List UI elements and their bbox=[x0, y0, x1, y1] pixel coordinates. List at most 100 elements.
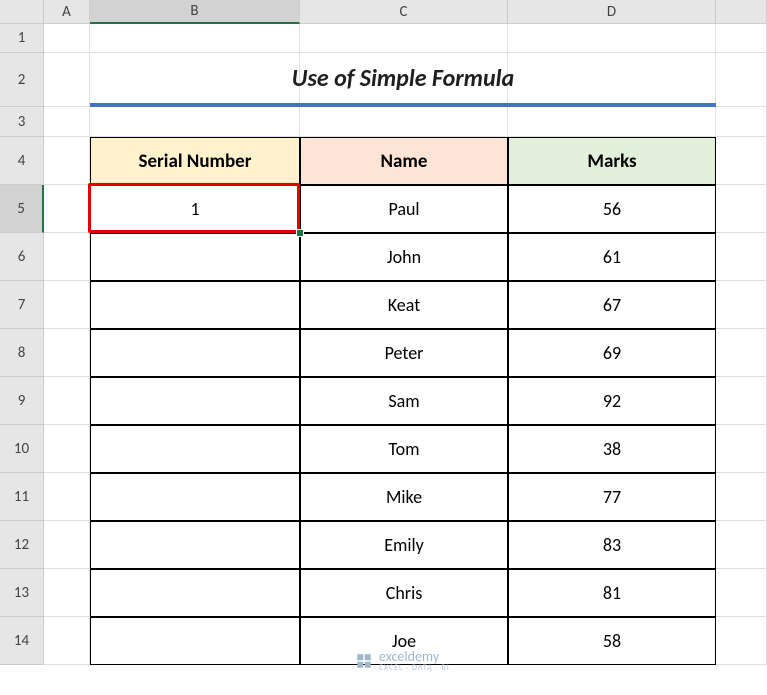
table-cell[interactable] bbox=[90, 569, 300, 617]
table-cell[interactable] bbox=[90, 329, 300, 377]
table-cell[interactable] bbox=[90, 377, 300, 425]
table-cell[interactable]: Sam bbox=[300, 377, 508, 425]
cell[interactable] bbox=[44, 233, 90, 281]
column-header-C[interactable]: C bbox=[300, 0, 508, 24]
table-cell[interactable]: 69 bbox=[508, 329, 716, 377]
row-header-9[interactable]: 9 bbox=[0, 377, 44, 425]
table-header-serial-number[interactable]: Serial Number bbox=[90, 137, 300, 185]
cell[interactable] bbox=[716, 329, 767, 377]
cell[interactable] bbox=[44, 521, 90, 569]
table-cell[interactable]: 77 bbox=[508, 473, 716, 521]
cell[interactable] bbox=[44, 473, 90, 521]
table-cell[interactable]: 1 bbox=[90, 185, 300, 233]
cell[interactable] bbox=[716, 107, 767, 137]
cell[interactable] bbox=[90, 24, 300, 53]
cell[interactable] bbox=[716, 617, 767, 665]
column-header-D[interactable]: D bbox=[508, 0, 716, 24]
row-header-7[interactable]: 7 bbox=[0, 281, 44, 329]
cell[interactable] bbox=[716, 569, 767, 617]
data-table: Serial NumberNameMarks1Paul56John61Keat6… bbox=[90, 137, 716, 665]
cell[interactable] bbox=[44, 617, 90, 665]
watermark-logo-icon bbox=[355, 652, 373, 670]
table-cell[interactable]: 61 bbox=[508, 233, 716, 281]
table-cell[interactable]: 56 bbox=[508, 185, 716, 233]
watermark: exceldemy EXCEL · DATA · BI bbox=[355, 648, 450, 673]
column-header-B[interactable]: B bbox=[90, 0, 300, 24]
cell[interactable] bbox=[508, 107, 716, 137]
table-cell[interactable]: 92 bbox=[508, 377, 716, 425]
table-cell[interactable] bbox=[90, 233, 300, 281]
row-header-8[interactable]: 8 bbox=[0, 329, 44, 377]
table-header-marks[interactable]: Marks bbox=[508, 137, 716, 185]
table-cell[interactable] bbox=[90, 281, 300, 329]
cell[interactable] bbox=[300, 24, 508, 53]
cell[interactable] bbox=[90, 107, 300, 137]
table-row: 1Paul56 bbox=[90, 185, 716, 233]
table-row: Mike77 bbox=[90, 473, 716, 521]
cell[interactable] bbox=[300, 107, 508, 137]
row-header-2[interactable]: 2 bbox=[0, 53, 44, 107]
spreadsheet: ABCD 1234567891011121314 Use of Simple F… bbox=[0, 0, 767, 695]
row-header-12[interactable]: 12 bbox=[0, 521, 44, 569]
table-row: Emily83 bbox=[90, 521, 716, 569]
cell[interactable] bbox=[716, 473, 767, 521]
cell[interactable] bbox=[44, 377, 90, 425]
table-cell[interactable]: Mike bbox=[300, 473, 508, 521]
cell[interactable] bbox=[44, 185, 90, 233]
table-row: Keat67 bbox=[90, 281, 716, 329]
row-header-11[interactable]: 11 bbox=[0, 473, 44, 521]
row-header-4[interactable]: 4 bbox=[0, 137, 44, 185]
cell[interactable] bbox=[716, 185, 767, 233]
table-cell[interactable]: Tom bbox=[300, 425, 508, 473]
cell[interactable] bbox=[44, 53, 90, 107]
row-header-13[interactable]: 13 bbox=[0, 569, 44, 617]
cell[interactable] bbox=[44, 107, 90, 137]
cell[interactable] bbox=[716, 53, 767, 107]
row-header-10[interactable]: 10 bbox=[0, 425, 44, 473]
table-cell[interactable]: 67 bbox=[508, 281, 716, 329]
column-header-A[interactable]: A bbox=[44, 0, 90, 24]
cell[interactable] bbox=[716, 425, 767, 473]
table-row: Chris81 bbox=[90, 569, 716, 617]
cell[interactable] bbox=[716, 521, 767, 569]
table-row: Tom38 bbox=[90, 425, 716, 473]
table-cell[interactable]: 58 bbox=[508, 617, 716, 665]
table-cell[interactable]: Emily bbox=[300, 521, 508, 569]
table-cell[interactable] bbox=[90, 521, 300, 569]
table-cell[interactable]: Chris bbox=[300, 569, 508, 617]
cell[interactable] bbox=[44, 425, 90, 473]
table-cell[interactable]: Peter bbox=[300, 329, 508, 377]
table-cell[interactable]: 83 bbox=[508, 521, 716, 569]
cell[interactable] bbox=[44, 281, 90, 329]
fill-handle[interactable] bbox=[296, 229, 304, 237]
table-cell[interactable]: 81 bbox=[508, 569, 716, 617]
title-text: Use of Simple Formula bbox=[292, 64, 514, 93]
row-header-5[interactable]: 5 bbox=[0, 185, 44, 233]
row-header-1[interactable]: 1 bbox=[0, 24, 44, 53]
row-header-6[interactable]: 6 bbox=[0, 233, 44, 281]
cell[interactable] bbox=[44, 329, 90, 377]
cell[interactable] bbox=[716, 377, 767, 425]
row-header-14[interactable]: 14 bbox=[0, 617, 44, 665]
select-all-corner[interactable] bbox=[0, 0, 44, 24]
cell[interactable] bbox=[44, 137, 90, 185]
table-cell[interactable] bbox=[90, 425, 300, 473]
table-cell[interactable] bbox=[90, 617, 300, 665]
cell[interactable] bbox=[716, 24, 767, 53]
table-cell[interactable] bbox=[90, 473, 300, 521]
cell[interactable] bbox=[44, 569, 90, 617]
table-cell[interactable]: Paul bbox=[300, 185, 508, 233]
cell[interactable] bbox=[508, 24, 716, 53]
table-cell[interactable]: 38 bbox=[508, 425, 716, 473]
row-header-3[interactable]: 3 bbox=[0, 107, 44, 137]
cell[interactable] bbox=[716, 281, 767, 329]
cell[interactable] bbox=[44, 24, 90, 53]
table-cell[interactable]: John bbox=[300, 233, 508, 281]
table-cell[interactable]: Keat bbox=[300, 281, 508, 329]
table-row: Sam92 bbox=[90, 377, 716, 425]
table-header-name[interactable]: Name bbox=[300, 137, 508, 185]
cell[interactable] bbox=[716, 233, 767, 281]
title-cell[interactable]: Use of Simple Formula bbox=[90, 53, 716, 107]
cell[interactable] bbox=[716, 137, 767, 185]
column-header-blank[interactable] bbox=[716, 0, 767, 24]
